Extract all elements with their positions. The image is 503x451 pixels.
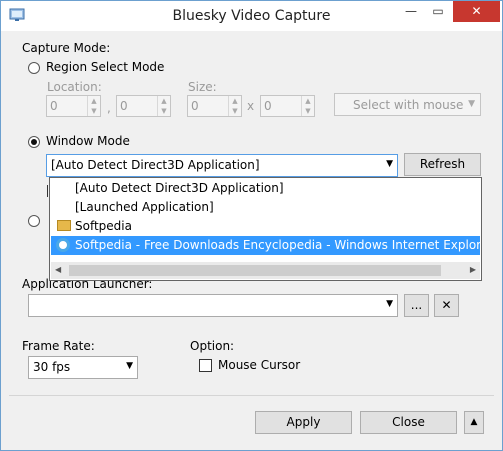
app-window: Bluesky Video Capture — ▭ ✕ Capture Mode… [0,0,503,451]
location-x-stepper[interactable]: 0 ▲ ▼ [46,95,101,117]
ie-icon [56,238,70,252]
expand-button[interactable]: ▲ [464,411,484,434]
select-with-mouse-label: Select with mouse [353,98,464,112]
window-mode-radio[interactable] [28,136,40,148]
times-separator: x [247,99,255,113]
select-with-mouse-combo[interactable]: Select with mouse ▼ [334,93,481,116]
comma-separator: , [107,101,111,115]
spin-arrows-icon[interactable]: ▲ ▼ [228,96,241,116]
location-y-value: 0 [120,99,128,113]
spin-arrows-icon[interactable]: ▲ ▼ [87,96,100,116]
scrollbar-thumb[interactable] [69,265,441,276]
dropdown-item-selected[interactable]: Softpedia - Free Downloads Encyclopedia … [51,236,480,255]
location-label: Location: [47,80,102,94]
size-label: Size: [188,80,217,94]
region-mode-radio[interactable] [28,62,40,74]
option-label: Option: [190,339,235,353]
frame-rate-select[interactable]: 30 fps ▼ [28,356,138,379]
chevron-down-icon[interactable]: ▼ [386,299,393,309]
maximize-button[interactable]: ▭ [426,1,450,22]
dropdown-item-label: [Auto Detect Direct3D Application] [75,181,284,195]
dropdown-horizontal-scrollbar[interactable]: ◀ ▶ [51,262,480,279]
location-x-value: 0 [50,99,58,113]
dropdown-item-label: [Launched Application] [75,200,214,214]
spin-arrows-icon[interactable]: ▲ ▼ [157,96,170,116]
refresh-button[interactable]: Refresh [404,153,481,176]
browse-button[interactable]: ... [404,294,429,317]
size-width-value: 0 [191,99,199,113]
scroll-left-icon[interactable]: ◀ [55,265,61,274]
size-height-value: 0 [264,99,272,113]
spin-arrows-icon[interactable]: ▲ ▼ [301,96,314,116]
window-select-dropdown: [Auto Detect Direct3D Application] [Laun… [49,177,482,281]
location-y-stepper[interactable]: 0 ▲ ▼ [116,95,171,117]
window-select[interactable]: [Auto Detect Direct3D Application] ▼ [46,154,398,177]
dropdown-item[interactable]: Softpedia [51,217,480,236]
size-height-stepper[interactable]: 0 ▲ ▼ [260,95,315,117]
folder-icon [57,220,71,231]
chevron-down-icon: ▼ [468,99,475,109]
frame-rate-value: 30 fps [33,360,71,374]
close-button[interactable]: Close [360,411,457,434]
capture-mode-heading: Capture Mode: [22,41,111,55]
mouse-cursor-checkbox[interactable] [199,359,212,372]
dropdown-item[interactable]: [Launched Application] [51,198,480,217]
minimize-button[interactable]: — [399,1,423,22]
window-mode-label[interactable]: Window Mode [46,134,130,148]
mouse-cursor-label[interactable]: Mouse Cursor [218,358,300,372]
dropdown-item-label: Softpedia - Free Downloads Encyclopedia … [75,238,480,252]
dropdown-item-label: Softpedia [75,219,132,233]
size-width-stepper[interactable]: 0 ▲ ▼ [187,95,242,117]
scroll-right-icon[interactable]: ▶ [470,265,476,274]
launcher-mode-radio[interactable] [28,215,40,227]
chevron-down-icon[interactable]: ▼ [386,159,393,169]
title-bar: Bluesky Video Capture — ▭ ✕ [1,1,502,31]
application-launcher-select[interactable]: ▼ [28,294,398,317]
footer-divider [9,395,494,396]
region-mode-label[interactable]: Region Select Mode [46,60,164,74]
clear-launcher-button[interactable]: ✕ [434,294,459,317]
window-select-value: [Auto Detect Direct3D Application] [51,158,260,172]
close-window-button[interactable]: ✕ [453,1,500,22]
dropdown-item[interactable]: [Auto Detect Direct3D Application] [51,179,480,198]
frame-rate-label: Frame Rate: [22,339,95,353]
apply-button[interactable]: Apply [255,411,352,434]
chevron-down-icon[interactable]: ▼ [126,361,133,371]
